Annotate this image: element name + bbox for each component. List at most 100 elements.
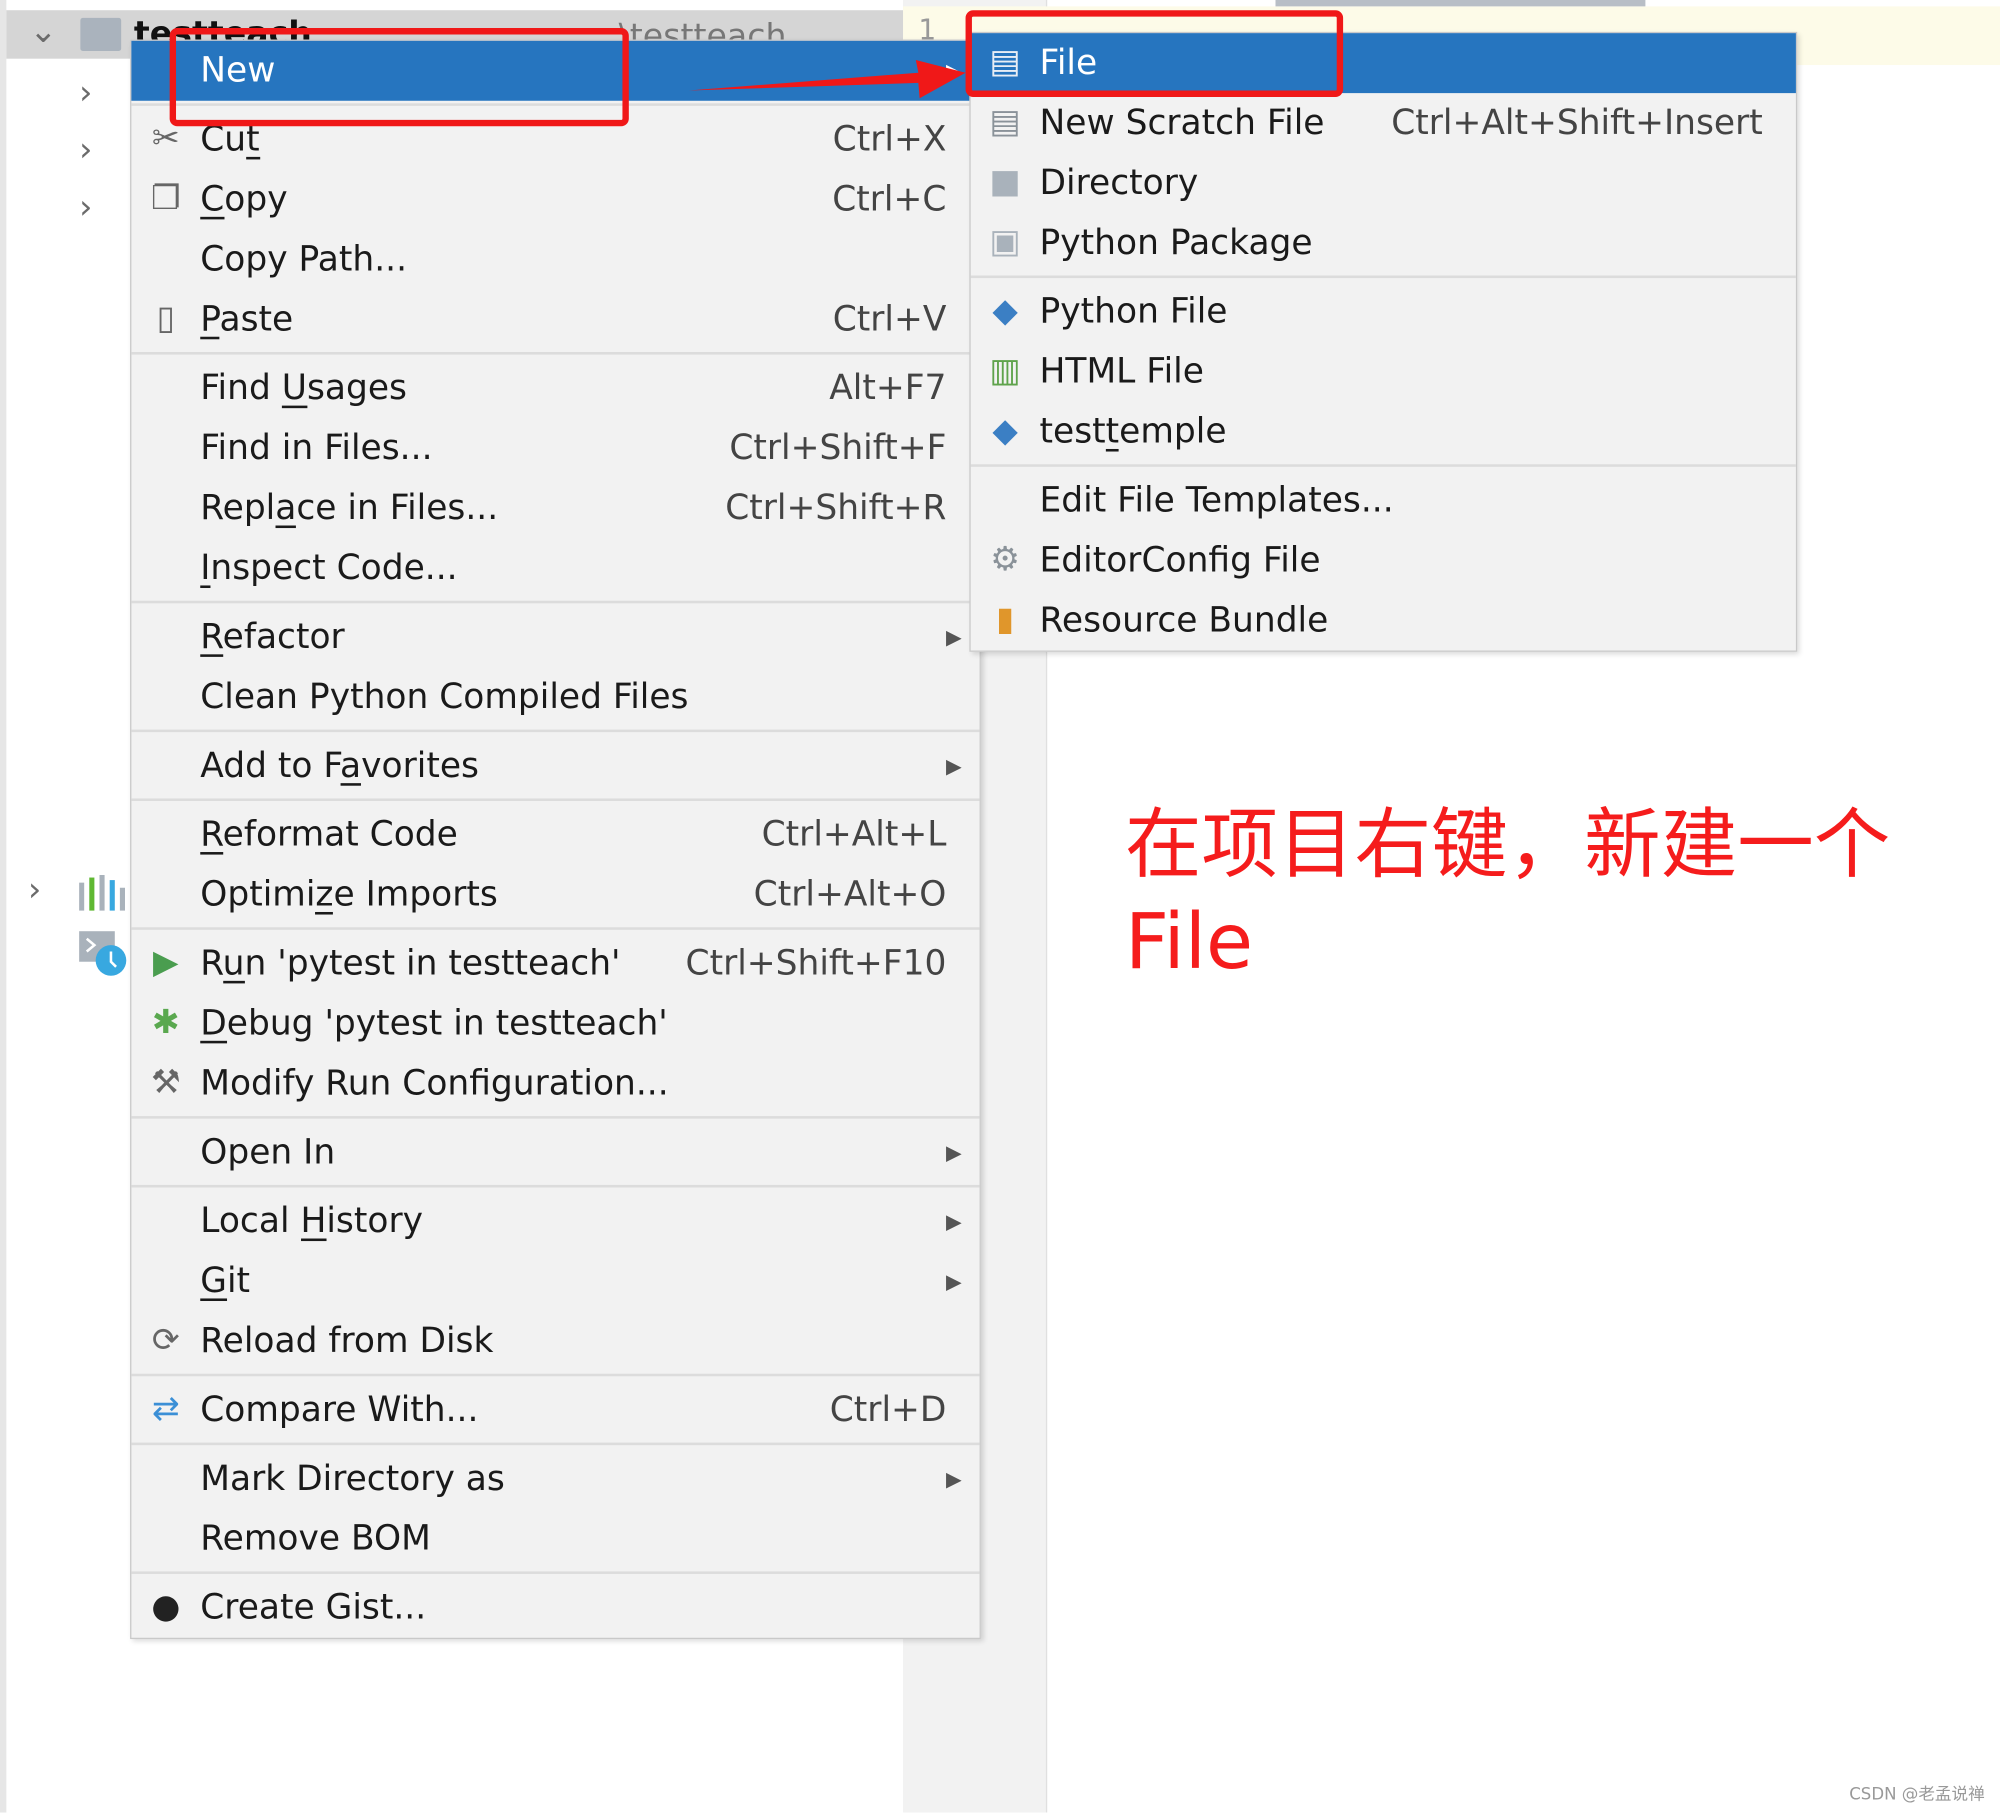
- compare-icon: ⇄: [151, 1390, 180, 1429]
- menu-item-compare-with[interactable]: ⇄ Compare With... Ctrl+D: [131, 1380, 979, 1440]
- python-file-icon: ◆: [992, 292, 1018, 331]
- annotation-box-file: [965, 10, 1344, 97]
- menu-item-inspect-code[interactable]: Inspect Code...: [131, 538, 979, 598]
- menu-item-label: Reload from Disk: [200, 1321, 494, 1361]
- submenu-arrow-icon: ▶: [946, 1209, 962, 1234]
- menu-item-paste[interactable]: ▯ Paste Ctrl+V: [131, 290, 979, 350]
- annotation-box-new: [169, 28, 629, 127]
- menu-item-label: Create Gist...: [200, 1587, 427, 1628]
- menu-item-add-to-favorites[interactable]: Add to Favorites ▶: [131, 736, 979, 796]
- menu-item-clean-python-compiled-files[interactable]: Clean Python Compiled Files: [131, 667, 979, 727]
- menu-separator: [131, 925, 980, 934]
- mnemonic-underline: [246, 156, 260, 160]
- mnemonic-underline: [200, 1298, 227, 1302]
- mnemonic-underline: [200, 654, 223, 657]
- github-icon: ●: [151, 1587, 181, 1627]
- scrollbar[interactable]: [1275, 0, 1646, 7]
- reload-icon: ⟳: [151, 1321, 180, 1360]
- menu-item-copy[interactable]: ❐ Copy Ctrl+C: [131, 170, 979, 230]
- menu-item-run-pytest-in-testteach[interactable]: ▶ Run 'pytest in testteach' Ctrl+Shift+F10: [131, 934, 979, 994]
- submenu-arrow-icon: ▶: [946, 1140, 962, 1165]
- menu-item-label: Inspect Code...: [200, 548, 458, 589]
- mnemonic-underline: [315, 911, 334, 915]
- scratch-file-icon: ▤: [989, 103, 1021, 142]
- mnemonic-underline: [275, 525, 297, 529]
- menu-item-label: New Scratch File: [1039, 103, 1325, 143]
- mnemonic-underline: [200, 1040, 227, 1044]
- debug-icon: ✱: [151, 1003, 180, 1043]
- menu-item-label: testtemple: [1039, 411, 1227, 452]
- mnemonic-underline: [222, 980, 245, 984]
- menu-item-copy-path[interactable]: Copy Path...: [131, 230, 979, 290]
- annotation-line-2: File: [1124, 897, 1254, 988]
- menu-separator: [131, 1569, 980, 1578]
- menu-separator: [970, 462, 1796, 471]
- menu-item-shortcut: Ctrl+Alt+Shift+Insert: [1391, 103, 1763, 143]
- menu-item-label: Reformat Code: [200, 815, 458, 855]
- context-menu: New▶✂CutCtrl+X❐CopyCtrl+CCopy Path...▯Pa…: [130, 39, 981, 1640]
- menu-item-directory[interactable]: ■ Directory: [971, 153, 1796, 213]
- menu-item-shortcut: Ctrl+Alt+O: [753, 874, 947, 915]
- menu-item-refactor[interactable]: Refactor ▶: [131, 607, 979, 667]
- submenu-arrow-icon: ▶: [946, 624, 962, 650]
- menu-item-html-file[interactable]: ▥ HTML File: [971, 342, 1796, 402]
- menu-item-label: Add to Favorites: [200, 746, 479, 786]
- paste-icon: ▯: [156, 299, 175, 339]
- menu-item-editorconfig-file[interactable]: ⚙ EditorConfig File: [971, 531, 1796, 591]
- menu-item-create-gist[interactable]: ● Create Gist...: [131, 1578, 979, 1638]
- chevron-right-icon[interactable]: ›: [79, 189, 92, 227]
- menu-separator: [970, 273, 1796, 282]
- menu-item-testtemple[interactable]: ◆ testtemple: [971, 402, 1796, 462]
- menu-item-optimize-imports[interactable]: Optimize Imports Ctrl+Alt+O: [131, 865, 979, 925]
- html-file-icon: ▥: [989, 352, 1021, 391]
- gear-icon: ⚙: [990, 540, 1020, 580]
- menu-item-find-usages[interactable]: Find Usages Alt+F7: [131, 358, 979, 418]
- submenu-arrow-icon: ▶: [946, 1466, 962, 1492]
- menu-item-git[interactable]: Git ▶: [131, 1251, 979, 1311]
- submenu-arrow-icon: ▶: [946, 1269, 962, 1294]
- menu-item-reload-from-disk[interactable]: ⟳ Reload from Disk: [131, 1311, 979, 1371]
- menu-item-edit-file-templates[interactable]: Edit File Templates...: [971, 471, 1796, 531]
- menu-item-shortcut: Ctrl+V: [832, 299, 947, 340]
- watermark: CSDN @老孟说禅: [1849, 1785, 1985, 1805]
- menu-item-remove-bom[interactable]: Remove BOM: [131, 1509, 979, 1569]
- menu-item-reformat-code[interactable]: Reformat Code Ctrl+Alt+L: [131, 805, 979, 865]
- scratches-icon: [79, 931, 127, 976]
- chevron-right-icon[interactable]: ›: [79, 131, 92, 169]
- menu-item-replace-in-files[interactable]: Replace in Files... Ctrl+Shift+R: [131, 478, 979, 538]
- copy-icon: ❐: [150, 179, 181, 219]
- menu-item-label: Run 'pytest in testteach': [200, 943, 621, 984]
- menu-item-local-history[interactable]: Local History ▶: [131, 1191, 979, 1251]
- menu-item-label: Local History: [200, 1201, 423, 1242]
- menu-item-new-scratch-file[interactable]: ▤ New Scratch File Ctrl+Alt+Shift+Insert: [971, 93, 1796, 153]
- menu-item-modify-run-configuration[interactable]: ⚒ Modify Run Configuration...: [131, 1054, 979, 1114]
- menu-item-shortcut: Ctrl+Shift+R: [725, 488, 947, 529]
- menu-item-label: Refactor: [200, 617, 345, 657]
- wrench-icon: ⚒: [150, 1063, 181, 1103]
- mnemonic-underline: [340, 783, 362, 786]
- menu-item-label: Open In: [200, 1132, 336, 1173]
- chevron-right-icon[interactable]: ›: [79, 74, 92, 112]
- menu-item-debug-pytest-in-testteach[interactable]: ✱ Debug 'pytest in testteach': [131, 994, 979, 1054]
- chevron-down-icon[interactable]: ⌄: [29, 13, 57, 51]
- menu-item-python-file[interactable]: ◆ Python File: [971, 282, 1796, 342]
- mnemonic-underline: [200, 336, 220, 340]
- menu-separator: [131, 1182, 980, 1191]
- menu-item-mark-directory-as[interactable]: Mark Directory as ▶: [131, 1449, 979, 1509]
- menu-item-find-in-files[interactable]: Find in Files... Ctrl+Shift+F: [131, 418, 979, 478]
- menu-item-shortcut: Ctrl+D: [829, 1390, 947, 1430]
- menu-item-python-package[interactable]: ▣ Python Package: [971, 213, 1796, 273]
- annotation-line-1: 在项目右键，新建一个: [1124, 801, 1891, 891]
- mnemonic-underline: [200, 852, 223, 855]
- menu-item-resource-bundle[interactable]: ▮ Resource Bundle: [971, 591, 1796, 651]
- menu-item-label: Find in Files...: [200, 428, 433, 469]
- menu-item-label: Compare With...: [200, 1390, 479, 1430]
- menu-separator: [131, 1114, 980, 1123]
- menu-item-label: Git: [200, 1261, 251, 1302]
- chevron-right-icon[interactable]: ›: [28, 871, 41, 909]
- menu-separator: [131, 796, 980, 805]
- menu-item-open-in[interactable]: Open In ▶: [131, 1122, 979, 1182]
- menu-separator: [131, 1440, 980, 1449]
- menu-separator: [131, 1371, 980, 1380]
- menu-item-label: Find Usages: [200, 368, 408, 409]
